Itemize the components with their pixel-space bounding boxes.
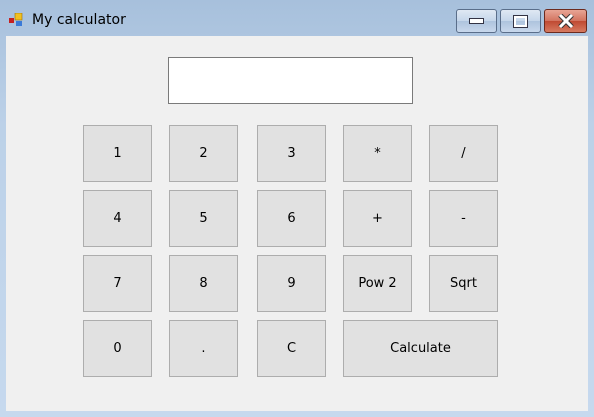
button-9[interactable]: 9 xyxy=(257,255,326,312)
divide-button[interactable]: / xyxy=(429,125,498,182)
button-7[interactable]: 7 xyxy=(83,255,152,312)
add-button[interactable]: + xyxy=(343,190,412,247)
button-5[interactable]: 5 xyxy=(169,190,238,247)
app-icon xyxy=(9,13,23,26)
button-0[interactable]: 0 xyxy=(83,320,152,377)
maximize-button[interactable] xyxy=(500,9,541,33)
close-icon xyxy=(557,14,574,28)
window-title: My calculator xyxy=(32,12,126,28)
clear-button[interactable]: C xyxy=(257,320,326,377)
button-4[interactable]: 4 xyxy=(83,190,152,247)
button-6[interactable]: 6 xyxy=(257,190,326,247)
pow2-button[interactable]: Pow 2 xyxy=(343,255,412,312)
subtract-button[interactable]: - xyxy=(429,190,498,247)
sqrt-button[interactable]: Sqrt xyxy=(429,255,498,312)
button-2[interactable]: 2 xyxy=(169,125,238,182)
decimal-button[interactable]: . xyxy=(169,320,238,377)
minimize-button[interactable] xyxy=(456,9,497,33)
display-textbox[interactable] xyxy=(168,57,413,104)
button-3[interactable]: 3 xyxy=(257,125,326,182)
title-bar: My calculator xyxy=(0,0,594,36)
button-1[interactable]: 1 xyxy=(83,125,152,182)
calculate-button[interactable]: Calculate xyxy=(343,320,498,377)
multiply-button[interactable]: * xyxy=(343,125,412,182)
close-button[interactable] xyxy=(544,9,587,33)
minimize-icon xyxy=(469,18,484,24)
button-8[interactable]: 8 xyxy=(169,255,238,312)
maximize-icon xyxy=(513,14,528,28)
